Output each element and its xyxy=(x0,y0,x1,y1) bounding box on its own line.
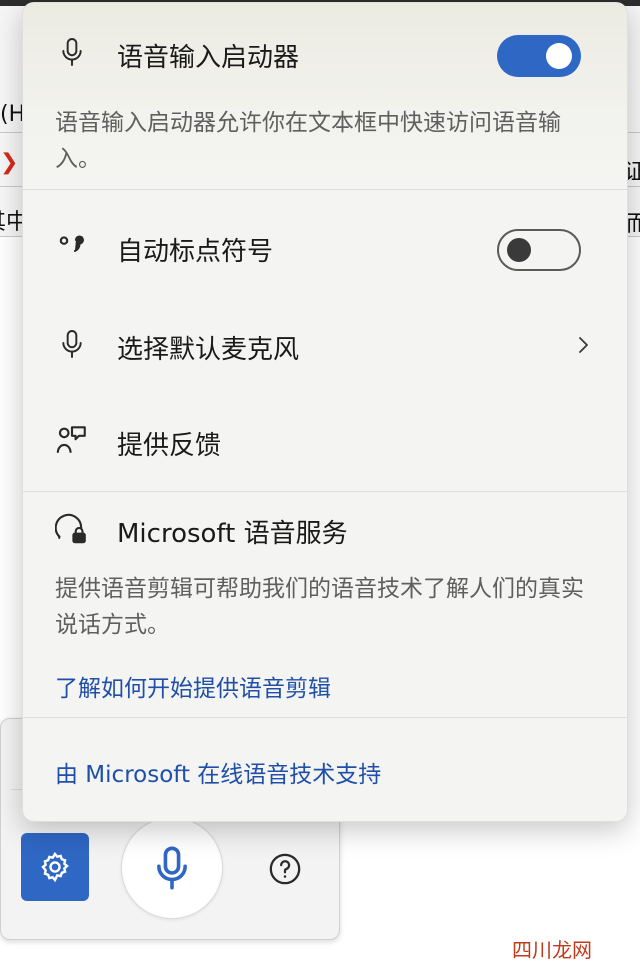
question-icon xyxy=(269,853,301,885)
watermark-text: 四川龙网 xyxy=(512,938,592,962)
background-text-fragment: 而 xyxy=(626,212,640,237)
section-divider xyxy=(23,491,627,492)
settings-button[interactable] xyxy=(21,833,89,901)
voice-launcher-description: 语音输入启动器允许你在文本框中快速访问语音输入。 xyxy=(55,110,561,172)
microphone-icon xyxy=(55,35,89,69)
background-arrow-fragment: ❯ xyxy=(0,150,19,175)
punctuation-icon xyxy=(55,229,89,263)
feedback-title[interactable]: 提供反馈 xyxy=(117,425,221,462)
speech-services-description: 提供语音剪辑可帮助我们的语音技术了解人们的真实说话方式。 xyxy=(55,576,584,638)
microphone-button[interactable] xyxy=(121,817,223,919)
microphone-icon xyxy=(55,327,89,361)
voice-launcher-title: 语音输入启动器 xyxy=(117,43,300,73)
section-divider xyxy=(23,189,627,190)
chevron-right-icon[interactable] xyxy=(573,333,593,357)
speech-services-title: Microsoft 语音服务 xyxy=(117,519,348,549)
section-divider xyxy=(23,717,627,718)
auto-punctuation-title: 自动标点符号 xyxy=(117,237,274,267)
microphone-icon xyxy=(157,846,187,890)
voice-launcher-toggle[interactable] xyxy=(497,35,581,77)
gear-icon xyxy=(41,851,69,883)
default-mic-title[interactable]: 选择默认麦克风 xyxy=(117,329,299,366)
toggle-knob xyxy=(546,43,572,69)
learn-more-link[interactable]: 了解如何开始提供语音剪辑 xyxy=(55,669,331,703)
powered-by-link[interactable]: 由 Microsoft 在线语音技术支持 xyxy=(55,755,381,789)
privacy-lock-icon xyxy=(55,511,89,545)
auto-punctuation-toggle[interactable] xyxy=(497,229,581,271)
voice-typing-settings-flyout: 语音输入启动器 语音输入启动器允许你在文本框中快速访问语音输入。 自动标点符号 … xyxy=(22,2,628,822)
toggle-knob xyxy=(507,238,531,262)
help-button[interactable] xyxy=(267,851,303,887)
feedback-icon xyxy=(55,423,89,457)
